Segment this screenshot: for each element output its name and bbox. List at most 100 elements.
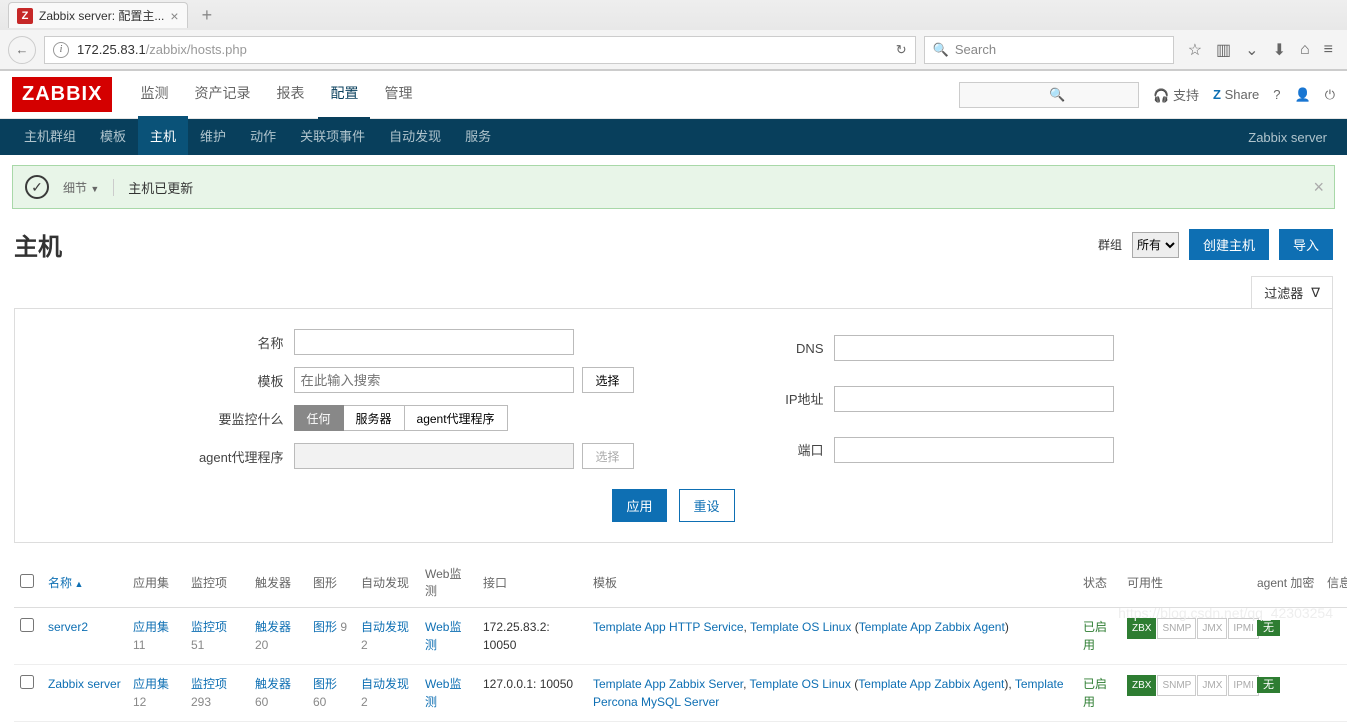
create-host-button[interactable]: 创建主机 xyxy=(1189,229,1269,260)
url-bar[interactable]: i 172.25.83.1/zabbix/hosts.php ↻ xyxy=(44,36,916,64)
filter-dns-label: DNS xyxy=(714,341,834,356)
items-link[interactable]: 监控项 xyxy=(191,620,227,634)
app-search[interactable]: 🔍 xyxy=(959,82,1139,108)
apply-button[interactable]: 应用 xyxy=(612,489,666,522)
template-link[interactable]: Template App Zabbix Server xyxy=(593,677,743,691)
col-items[interactable]: 监控项 xyxy=(185,557,249,608)
col-triggers[interactable]: 触发器 xyxy=(249,557,307,608)
close-icon[interactable]: × xyxy=(170,8,178,24)
triggers-link[interactable]: 触发器 xyxy=(255,620,291,634)
group-select[interactable]: 所有 xyxy=(1132,232,1179,258)
col-status[interactable]: 状态 xyxy=(1077,557,1121,608)
library-icon[interactable]: ▥ xyxy=(1216,40,1231,60)
filter-monitor-label: 要监控什么 xyxy=(174,409,294,428)
zabbix-logo[interactable]: ZABBIX xyxy=(12,77,112,112)
subnav-2[interactable]: 主机 xyxy=(138,116,188,158)
home-icon[interactable]: ⌂ xyxy=(1300,41,1310,59)
monitor-opt-2[interactable]: agent代理程序 xyxy=(405,405,508,431)
user-icon[interactable]: 👤 xyxy=(1295,87,1311,103)
col-graphs[interactable]: 图形 xyxy=(307,557,355,608)
row-checkbox[interactable] xyxy=(20,618,34,632)
subnav-0[interactable]: 主机群组 xyxy=(12,116,88,158)
filter-toggle[interactable]: 过滤器 ∇ xyxy=(1251,276,1333,308)
col-discovery[interactable]: 自动发现 xyxy=(355,557,419,608)
server-name: Zabbix server xyxy=(1248,130,1335,145)
monitor-opt-0[interactable]: 任何 xyxy=(294,405,344,431)
download-icon[interactable]: ⬇ xyxy=(1273,40,1286,60)
subnav-6[interactable]: 自动发现 xyxy=(377,116,453,158)
template-select-button[interactable]: 选择 xyxy=(582,367,634,393)
filter-icon: ∇ xyxy=(1311,285,1320,301)
col-apps[interactable]: 应用集 xyxy=(127,557,185,608)
pocket-icon[interactable]: ⌄ xyxy=(1245,40,1258,60)
template-link[interactable]: Template App Zabbix Agent xyxy=(859,620,1005,634)
reload-icon[interactable]: ↻ xyxy=(896,42,907,58)
menu-4[interactable]: 管理 xyxy=(372,69,424,120)
triggers-link[interactable]: 触发器 xyxy=(255,677,291,691)
menu-3[interactable]: 配置 xyxy=(318,69,370,120)
search-placeholder: Search xyxy=(955,42,996,57)
graphs-link[interactable]: 图形 xyxy=(313,677,337,691)
template-link[interactable]: Template OS Linux xyxy=(750,677,851,691)
help-icon[interactable]: ? xyxy=(1273,87,1280,102)
subnav-5[interactable]: 关联项事件 xyxy=(288,116,377,158)
col-templates: 模板 xyxy=(587,557,1077,608)
col-info: 信息 xyxy=(1321,557,1347,608)
host-name-link[interactable]: server2 xyxy=(48,620,88,634)
discovery-link[interactable]: 自动发现 xyxy=(361,677,409,691)
reset-button[interactable]: 重设 xyxy=(679,489,735,522)
filter-port-input[interactable] xyxy=(834,437,1114,463)
status-link[interactable]: 已启用 xyxy=(1083,677,1107,709)
table-row: Zabbix server应用集 12监控项 293触发器 60图形 60自动发… xyxy=(14,665,1347,722)
banner-detail[interactable]: 细节 ▼ xyxy=(63,179,114,196)
avail-snmp: SNMP xyxy=(1157,675,1196,696)
graphs-link[interactable]: 图形 xyxy=(313,620,337,634)
import-button[interactable]: 导入 xyxy=(1279,229,1333,260)
browser-tab[interactable]: Z Zabbix server: 配置主... × xyxy=(8,2,188,28)
menu-1[interactable]: 资产记录 xyxy=(182,69,262,120)
close-icon[interactable]: × xyxy=(1313,177,1324,198)
avail-jmx: JMX xyxy=(1197,675,1227,696)
template-link[interactable]: Template OS Linux xyxy=(750,620,851,634)
info-icon[interactable]: i xyxy=(53,42,69,58)
menu-icon[interactable]: ≡ xyxy=(1324,41,1333,59)
browser-icons: ☆ ▥ ⌄ ⬇ ⌂ ≡ xyxy=(1182,40,1339,60)
app-header: ZABBIX 监测资产记录报表配置管理 🔍 🎧 支持 Z Share ? 👤 ⏻ xyxy=(0,71,1347,119)
new-tab-button[interactable]: + xyxy=(194,5,221,26)
monitor-opt-1[interactable]: 服务器 xyxy=(344,405,405,431)
web-link[interactable]: Web监测 xyxy=(425,620,461,652)
subnav-3[interactable]: 维护 xyxy=(188,116,238,158)
filter-name-input[interactable] xyxy=(294,329,574,355)
share-link[interactable]: Z Share xyxy=(1213,87,1259,102)
filter-dns-input[interactable] xyxy=(834,335,1114,361)
menu-2[interactable]: 报表 xyxy=(264,69,316,120)
watermark: https://blog.csdn.net/qq_42303254 xyxy=(1118,605,1333,621)
apps-link[interactable]: 应用集 xyxy=(133,620,169,634)
power-icon[interactable]: ⏻ xyxy=(1325,87,1335,103)
filter-name-label: 名称 xyxy=(174,333,294,352)
template-link[interactable]: Template App HTTP Service xyxy=(593,620,744,634)
row-checkbox[interactable] xyxy=(20,675,34,689)
support-link[interactable]: 🎧 支持 xyxy=(1153,85,1199,104)
status-link[interactable]: 已启用 xyxy=(1083,620,1107,652)
filter-ip-input[interactable] xyxy=(834,386,1114,412)
availability-badges: ZBXSNMPJMXIPMI xyxy=(1127,675,1245,696)
subnav-1[interactable]: 模板 xyxy=(88,116,138,158)
filter-template-input[interactable] xyxy=(294,367,574,393)
discovery-link[interactable]: 自动发现 xyxy=(361,620,409,634)
items-link[interactable]: 监控项 xyxy=(191,677,227,691)
bookmark-icon[interactable]: ☆ xyxy=(1188,40,1202,60)
apps-link[interactable]: 应用集 xyxy=(133,677,169,691)
agent-select-button: 选择 xyxy=(582,443,634,469)
browser-search[interactable]: 🔍 Search xyxy=(924,36,1174,64)
col-web[interactable]: Web监测 xyxy=(419,557,477,608)
web-link[interactable]: Web监测 xyxy=(425,677,461,709)
select-all-checkbox[interactable] xyxy=(20,574,34,588)
subnav-7[interactable]: 服务 xyxy=(453,116,503,158)
menu-0[interactable]: 监测 xyxy=(128,69,180,120)
subnav-4[interactable]: 动作 xyxy=(238,116,288,158)
col-name[interactable]: 名称 xyxy=(42,557,127,608)
back-button[interactable]: ← xyxy=(8,36,36,64)
host-name-link[interactable]: Zabbix server xyxy=(48,677,121,691)
template-link[interactable]: Template App Zabbix Agent xyxy=(858,677,1004,691)
